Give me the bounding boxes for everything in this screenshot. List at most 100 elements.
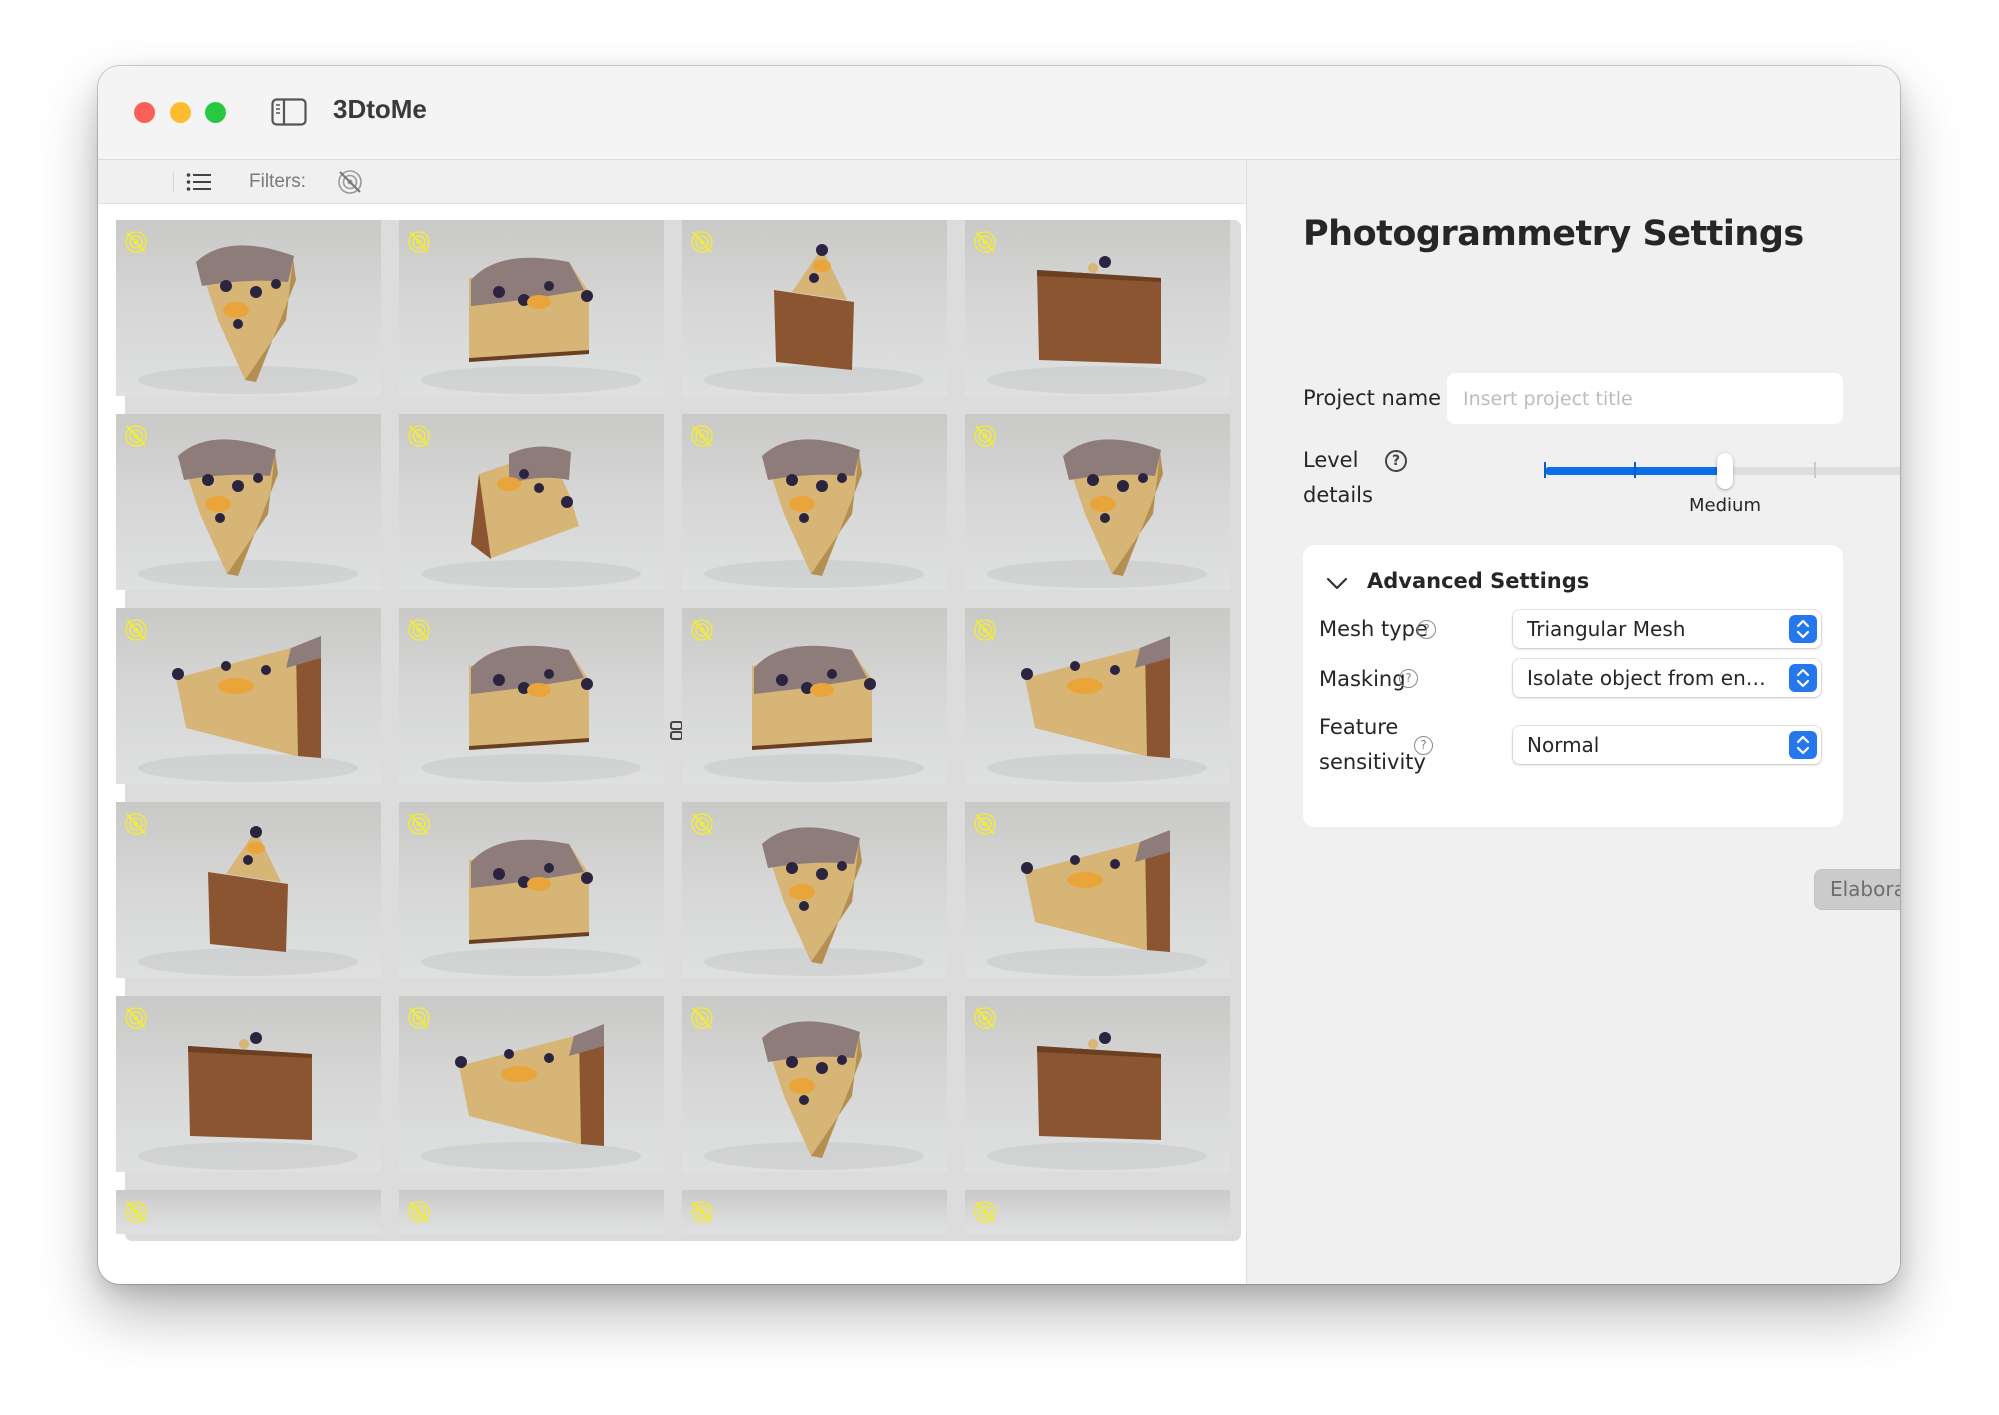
masking-label: Masking <box>1319 667 1406 691</box>
advanced-settings-section: Advanced Settings Mesh type ? Triangular… <box>1303 545 1843 827</box>
photo-thumbnail[interactable] <box>399 414 664 590</box>
cake-photo <box>987 1032 1207 1170</box>
no-depth-data-icon <box>408 231 430 253</box>
photo-thumbnail[interactable] <box>682 220 947 396</box>
cake-photo <box>421 446 641 588</box>
list-view-icon <box>186 173 211 191</box>
toolbar-divider <box>173 171 174 193</box>
masking-value: Isolate object from environ... <box>1527 666 1777 690</box>
no-depth-data-icon <box>691 1007 713 1029</box>
photo-thumbnail[interactable] <box>965 802 1230 978</box>
photo-thumbnail[interactable] <box>682 996 947 1172</box>
no-depth-data-icon <box>691 1201 713 1223</box>
photo-thumbnail[interactable] <box>965 414 1230 590</box>
mesh-type-select[interactable]: Triangular Mesh <box>1513 610 1821 648</box>
no-depth-data-icon <box>408 425 430 447</box>
mesh-type-help-icon[interactable]: ? <box>1417 620 1436 639</box>
feature-sensitivity-help-icon[interactable]: ? <box>1414 736 1433 755</box>
no-depth-data-icon <box>974 619 996 641</box>
app-title: 3DtoMe <box>333 94 427 124</box>
settings-pane: Photogrammetry Settings Project name Lev… <box>1247 160 1900 1284</box>
cake-photo <box>138 1032 358 1170</box>
photo-thumbnail[interactable] <box>965 608 1230 784</box>
no-depth-data-icon <box>125 619 147 641</box>
no-depth-data-icon <box>974 1201 996 1223</box>
no-depth-data-icon <box>125 1201 147 1223</box>
slider-tick <box>1634 462 1636 478</box>
photo-thumbnail[interactable] <box>399 996 664 1172</box>
photo-thumbnail[interactable] <box>116 220 381 396</box>
level-details-value: Medium <box>1689 495 1761 516</box>
gallery-toolbar: Filters: <box>98 160 1246 1241</box>
project-name-input[interactable] <box>1447 373 1843 424</box>
masking-help-icon[interactable]: ? <box>1399 669 1418 688</box>
no-depth-data-icon <box>974 425 996 447</box>
project-name-label: Project name <box>1303 386 1442 410</box>
mesh-type-label: Mesh type <box>1319 617 1428 641</box>
advanced-settings-toggle[interactable] <box>1325 575 1349 593</box>
photo-thumbnail[interactable] <box>399 1190 664 1234</box>
photo-gallery-pane: Filters: <box>98 160 1247 1284</box>
feature-sensitivity-label-line1: Feature <box>1319 715 1399 739</box>
cake-photo <box>421 257 641 394</box>
level-details-label-line1: Level <box>1303 448 1359 472</box>
photo-grid <box>116 220 1232 1241</box>
no-depth-data-icon <box>125 1007 147 1029</box>
advanced-settings-title: Advanced Settings <box>1367 569 1590 593</box>
no-depth-filter-toggle[interactable] <box>336 168 364 196</box>
mesh-type-value: Triangular Mesh <box>1527 617 1686 641</box>
cake-photo <box>987 830 1207 976</box>
photo-thumbnail[interactable] <box>116 608 381 784</box>
photo-thumbnail[interactable] <box>682 414 947 590</box>
cake-photo <box>704 645 924 782</box>
photo-thumbnail[interactable] <box>399 220 664 396</box>
cake-photo <box>138 439 358 588</box>
minimize-button[interactable] <box>170 102 191 123</box>
photo-thumbnail[interactable] <box>682 1190 947 1234</box>
no-depth-data-icon <box>125 425 147 447</box>
no-depth-data-icon <box>691 425 713 447</box>
photo-thumbnail[interactable] <box>965 996 1230 1172</box>
level-details-label-line2: details <box>1303 483 1373 507</box>
slider-tick <box>1814 462 1816 478</box>
no-depth-data-icon <box>691 619 713 641</box>
cake-photo <box>682 1190 947 1234</box>
photo-thumbnail[interactable] <box>399 802 664 978</box>
photo-thumbnail[interactable] <box>116 414 381 590</box>
no-depth-data-icon <box>691 813 713 835</box>
cake-photo <box>704 1021 924 1170</box>
photo-thumbnail[interactable] <box>682 802 947 978</box>
zoom-button[interactable] <box>205 102 226 123</box>
sidebar-icon <box>271 98 307 126</box>
masking-select[interactable]: Isolate object from environ... <box>1513 659 1821 697</box>
photo-thumbnail[interactable] <box>116 1190 381 1234</box>
no-depth-data-icon <box>125 231 147 253</box>
no-depth-filter-icon <box>338 170 362 194</box>
cake-photo <box>421 1024 641 1170</box>
elaborate-button[interactable]: Elaborate <box>1814 869 1900 910</box>
stepper-icon <box>1789 615 1817 643</box>
title-bar: 3DtoMe <box>98 66 1900 160</box>
chevron-down-icon <box>1326 577 1348 590</box>
level-details-slider[interactable] <box>1544 453 1900 496</box>
cake-photo <box>704 439 924 588</box>
photo-thumbnail[interactable] <box>116 802 381 978</box>
list-view-button[interactable] <box>178 165 220 199</box>
photo-thumbnail[interactable] <box>116 996 381 1172</box>
photo-thumbnail[interactable] <box>682 608 947 784</box>
cake-photo <box>987 256 1207 394</box>
level-details-help-icon[interactable]: ? <box>1385 450 1407 472</box>
close-button[interactable] <box>134 102 155 123</box>
cake-photo <box>704 827 924 976</box>
sidebar-toggle-button[interactable] <box>271 98 307 126</box>
photo-thumbnail[interactable] <box>965 1190 1230 1234</box>
app-window: 3DtoMe Filters: Photogrammetry Settings … <box>98 66 1900 1284</box>
photo-thumbnail[interactable] <box>399 608 664 784</box>
photo-thumbnail[interactable] <box>965 220 1230 396</box>
feature-sensitivity-label-line2: sensitivity <box>1319 750 1426 774</box>
cake-photo <box>116 1190 381 1234</box>
cake-photo <box>421 839 641 976</box>
slider-thumb[interactable] <box>1717 453 1733 489</box>
no-depth-data-icon <box>408 619 430 641</box>
feature-sensitivity-select[interactable]: Normal <box>1513 726 1821 764</box>
